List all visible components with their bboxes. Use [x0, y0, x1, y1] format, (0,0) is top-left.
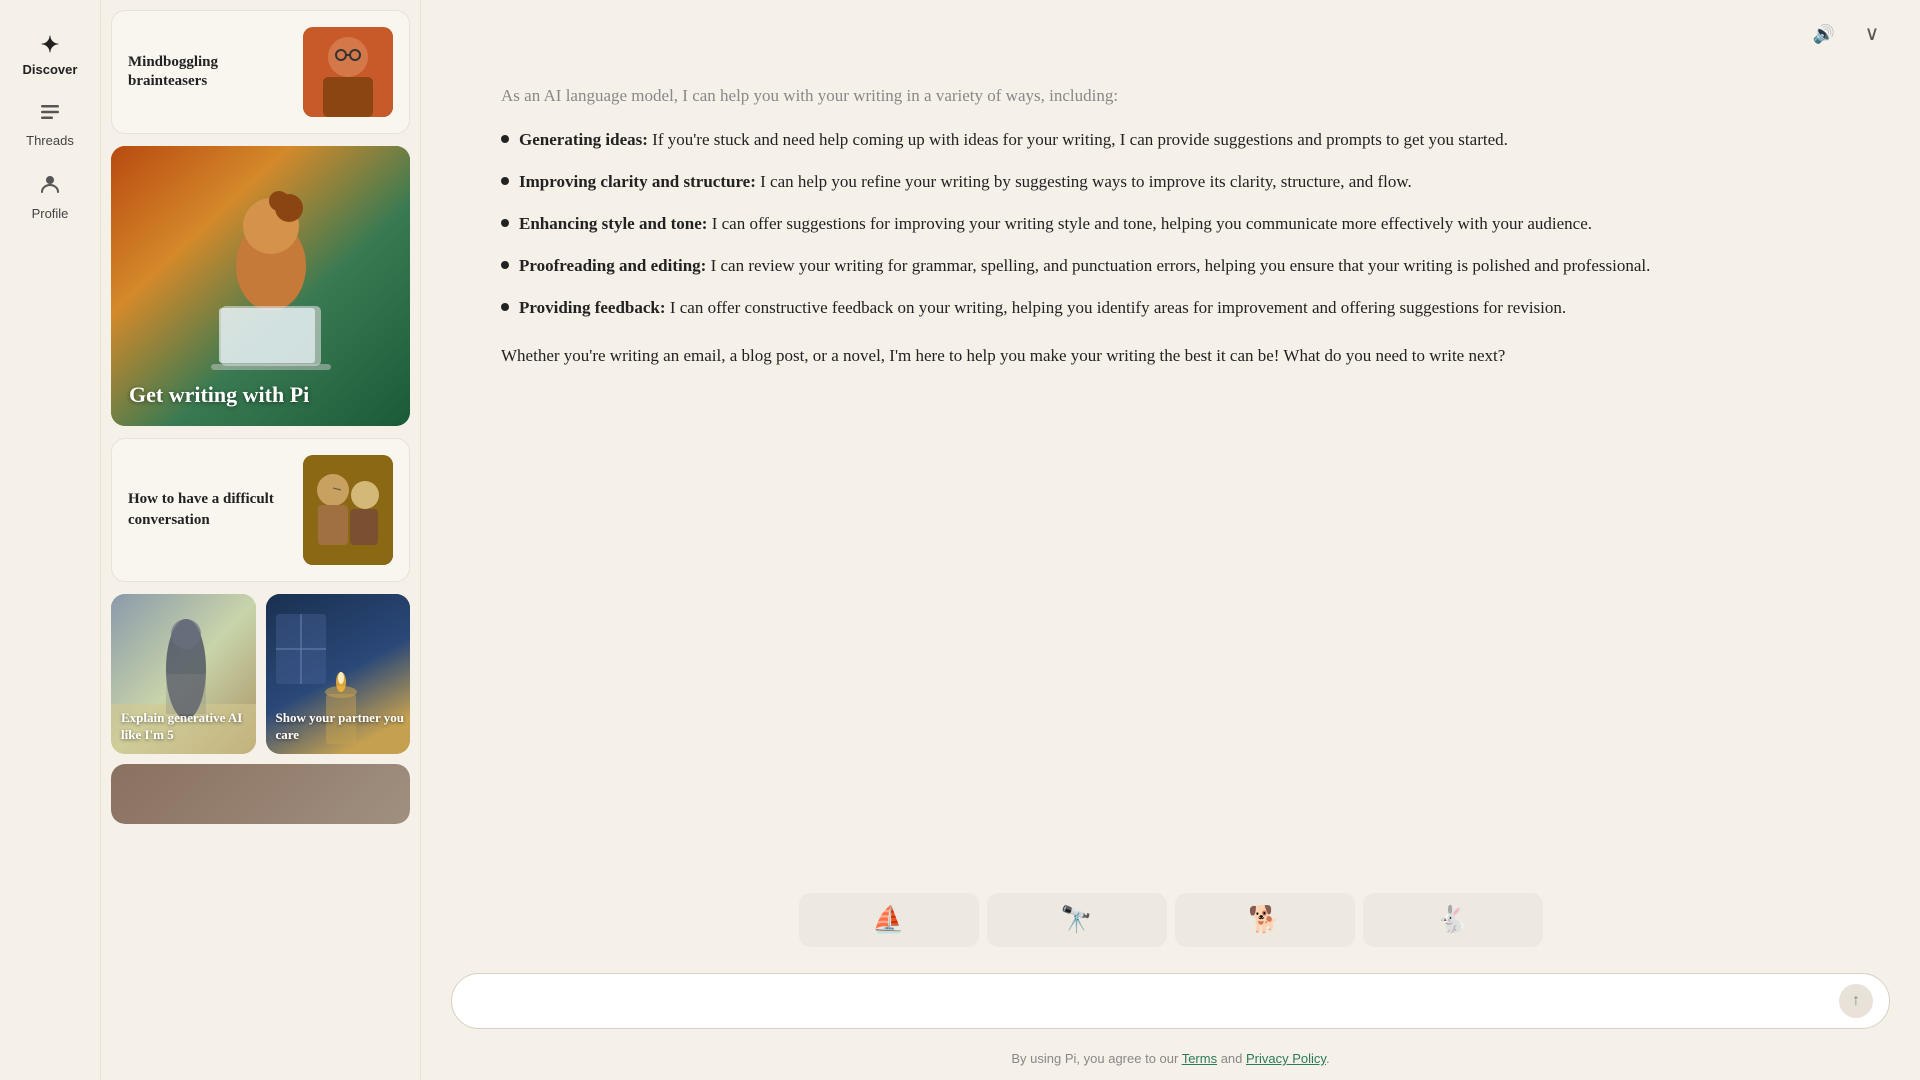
card-difficult-image — [303, 455, 393, 565]
card-partner-label: Show your partner you care — [276, 710, 411, 744]
bullet-item: Providing feedback: I can offer construc… — [501, 294, 1840, 322]
card-mindboggling[interactable]: Mindboggling brainteasers — [111, 10, 410, 134]
card-partial[interactable] — [111, 764, 410, 824]
card-difficult[interactable]: How to have a difficult conversation — [111, 438, 410, 582]
emoji-cell-dog[interactable]: 🐕 — [1175, 893, 1355, 947]
bullet-text: Proofreading and editing: I can review y… — [519, 252, 1650, 280]
threads-icon — [39, 101, 61, 129]
bullet-dot — [501, 135, 509, 143]
card-difficult-title: How to have a difficult conversation — [128, 489, 289, 531]
emoji-cell-sailing[interactable]: ⛵ — [799, 893, 979, 947]
expand-icon: ∨ — [1865, 24, 1880, 44]
card-writing[interactable]: Get writing with Pi — [111, 146, 410, 426]
chat-input[interactable] — [474, 992, 1829, 1010]
input-wrapper: ↑ — [451, 973, 1890, 1029]
footer: By using Pi, you agree to our Terms and … — [421, 1045, 1920, 1080]
bullet-dot — [501, 219, 509, 227]
bullet-dot — [501, 261, 509, 269]
footer-text: By using Pi, you agree to our — [1011, 1051, 1181, 1066]
bullet-item: Proofreading and editing: I can review y… — [501, 252, 1840, 280]
bullet-dot — [501, 303, 509, 311]
profile-icon — [38, 172, 62, 202]
sidebar: ✦ Discover Threads Profile — [0, 0, 101, 1080]
sidebar-item-threads[interactable]: Threads — [0, 89, 100, 160]
bullet-text: Generating ideas: If you're stuck and ne… — [519, 126, 1508, 154]
send-button[interactable]: ↑ — [1839, 984, 1873, 1018]
message-intro: As an AI language model, I can help you … — [501, 82, 1840, 110]
card-writing-label: Get writing with Pi — [129, 382, 309, 408]
card-generative-ai[interactable]: Explain generative AI like I'm 5 — [111, 594, 256, 754]
bullet-dot — [501, 177, 509, 185]
bullet-text: Providing feedback: I can offer construc… — [519, 294, 1566, 322]
bullet-item: Generating ideas: If you're stuck and ne… — [501, 126, 1840, 154]
emoji-row: ⛵🔭🐕🐇 — [421, 883, 1920, 957]
closing-text: Whether you're writing an email, a blog … — [501, 342, 1840, 370]
bullet-text: Enhancing style and tone: I can offer su… — [519, 210, 1592, 238]
cards-panel: Mindboggling brainteasers — [101, 0, 421, 1080]
footer-and: and — [1217, 1051, 1246, 1066]
sidebar-item-profile-label: Profile — [32, 206, 69, 221]
bullet-list: Generating ideas: If you're stuck and ne… — [501, 126, 1840, 322]
terms-link[interactable]: Terms — [1182, 1051, 1217, 1066]
content-header: 🔊 ∨ — [421, 0, 1920, 52]
content-area: As an AI language model, I can help you … — [421, 52, 1920, 873]
cards-bottom-row: Explain generative AI like I'm 5 — [111, 594, 410, 754]
expand-button[interactable]: ∨ — [1854, 16, 1890, 52]
main-content: 🔊 ∨ As an AI language model, I can help … — [421, 0, 1920, 1080]
card-partner[interactable]: Show your partner you care — [266, 594, 411, 754]
privacy-link[interactable]: Privacy Policy — [1246, 1051, 1326, 1066]
sidebar-item-profile[interactable]: Profile — [0, 160, 100, 233]
emoji-cell-binoculars[interactable]: 🔭 — [987, 893, 1167, 947]
bullet-item: Enhancing style and tone: I can offer su… — [501, 210, 1840, 238]
discover-icon: ✦ — [41, 32, 59, 58]
sidebar-item-discover[interactable]: ✦ Discover — [0, 20, 100, 89]
bullet-item: Improving clarity and structure: I can h… — [501, 168, 1840, 196]
sidebar-item-threads-label: Threads — [26, 133, 74, 148]
send-icon: ↑ — [1852, 992, 1860, 1010]
volume-button[interactable]: 🔊 — [1806, 16, 1842, 52]
bullet-text: Improving clarity and structure: I can h… — [519, 168, 1412, 196]
sidebar-item-discover-label: Discover — [23, 62, 78, 77]
volume-icon: 🔊 — [1813, 24, 1835, 45]
emoji-cell-rabbit[interactable]: 🐇 — [1363, 893, 1543, 947]
card-mindboggling-image — [303, 27, 393, 117]
input-area: ↑ — [421, 965, 1920, 1045]
card-generative-ai-label: Explain generative AI like I'm 5 — [121, 710, 256, 744]
footer-period: . — [1326, 1051, 1330, 1066]
card-mindboggling-title: Mindboggling brainteasers — [128, 53, 289, 92]
